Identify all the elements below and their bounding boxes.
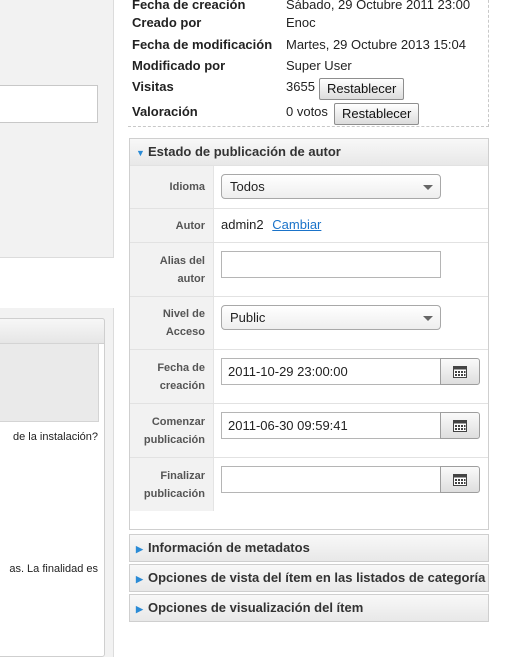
info-label: Modificado por <box>132 58 226 73</box>
access-level-select[interactable]: Public <box>221 305 441 330</box>
panel-title: Información de metadatos <box>148 540 310 555</box>
field-label: Finalizar publicación <box>130 458 214 511</box>
field-label: Idioma <box>130 166 214 208</box>
info-value: 3655 <box>286 79 315 94</box>
form-row-author: Autor admin2 Cambiar <box>130 208 488 242</box>
language-select[interactable]: Todos <box>221 174 441 199</box>
left-text-line: as. La finalidad es <box>9 563 98 575</box>
publish-up-field: 2011-06-30 09:59:41 <box>221 412 481 439</box>
category-view-options-header[interactable]: ▶ Opciones de vista del ítem en las lista… <box>130 565 488 591</box>
left-content-subheader <box>0 343 99 422</box>
select-value: Todos <box>230 179 265 194</box>
info-value: 0 votos <box>286 104 328 119</box>
created-date-input[interactable]: 2011-10-29 23:00:00 <box>221 358 441 385</box>
left-content-header <box>0 318 105 344</box>
left-text-line: de la instalación? <box>12 431 98 443</box>
info-label: Creado por <box>132 15 202 30</box>
category-view-options-panel[interactable]: ▶ Opciones de vista del ítem en las lista… <box>129 564 489 592</box>
triangle-right-icon: ▶ <box>136 544 143 554</box>
field-label: Nivel de Acceso <box>130 297 214 349</box>
metadata-panel[interactable]: ▶ Información de metadatos <box>129 534 489 562</box>
panel-title: Estado de publicación de autor <box>148 144 341 159</box>
date-picker: 2011-10-29 23:00:00 <box>221 358 481 385</box>
calendar-button[interactable] <box>440 466 480 493</box>
info-value: Enoc <box>286 15 316 30</box>
form-row-access-level: Nivel de Acceso Public <box>130 296 488 349</box>
calendar-button[interactable] <box>440 412 480 439</box>
author-name: admin2 <box>221 217 264 232</box>
calendar-icon <box>453 474 467 486</box>
form-row-alias: Alias del autor <box>130 242 488 296</box>
form-row-publish-down: Finalizar publicación <box>130 457 488 511</box>
item-display-options-header[interactable]: ▶ Opciones de visualización del ítem <box>130 595 488 621</box>
change-author-link[interactable]: Cambiar <box>272 217 321 232</box>
alias-input[interactable] <box>221 251 441 278</box>
field-label: Comenzar publicación <box>130 404 214 457</box>
form-row-language: Idioma Todos <box>130 165 488 208</box>
triangle-right-icon: ▶ <box>136 604 143 614</box>
select-value: Public <box>230 310 266 325</box>
info-value: Sábado, 29 Octubre 2011 23:00 <box>286 0 471 12</box>
info-label: Valoración <box>132 104 198 119</box>
created-date-field: 2011-10-29 23:00:00 <box>221 358 481 385</box>
author-field: admin2 Cambiar <box>221 217 321 232</box>
publish-up-input[interactable]: 2011-06-30 09:59:41 <box>221 412 441 439</box>
info-value: Martes, 29 Octubre 2013 15:04 <box>286 37 466 52</box>
publish-down-input[interactable] <box>221 466 441 493</box>
calendar-button[interactable] <box>440 358 480 385</box>
panel-title: Opciones de visualización del ítem <box>148 600 364 615</box>
item-display-options-panel[interactable]: ▶ Opciones de visualización del ítem <box>129 594 489 622</box>
form-row-publish-up: Comenzar publicación 2011-06-30 09:59:41 <box>130 403 488 457</box>
author-publishing-panel: ▼ Estado de publicación de autor Idioma T… <box>129 138 489 530</box>
access-field: Public <box>221 305 441 330</box>
date-picker <box>221 466 481 493</box>
chevron-down-icon <box>423 185 433 190</box>
left-text-field[interactable] <box>0 85 98 123</box>
left-panel-top <box>0 0 114 258</box>
reset-rating-button[interactable]: Restablecer <box>334 103 420 125</box>
reset-hits-button[interactable]: Restablecer <box>319 78 405 100</box>
publish-down-field <box>221 466 481 493</box>
date-picker: 2011-06-30 09:59:41 <box>221 412 481 439</box>
alias-field <box>221 251 441 278</box>
info-label: Visitas <box>132 79 174 94</box>
panel-title: Opciones de vista del ítem en las listad… <box>148 570 486 585</box>
form-row-created-date: Fecha de creación 2011-10-29 23:00:00 <box>130 349 488 403</box>
field-label: Autor <box>130 209 214 242</box>
triangle-down-icon: ▼ <box>136 148 145 158</box>
triangle-right-icon: ▶ <box>136 574 143 584</box>
language-field: Todos <box>221 174 441 199</box>
info-value: Super User <box>286 58 352 73</box>
field-label: Alias del autor <box>130 243 214 296</box>
calendar-icon <box>453 366 467 378</box>
author-panel-header[interactable]: ▼ Estado de publicación de autor <box>130 139 488 165</box>
metadata-panel-header[interactable]: ▶ Información de metadatos <box>130 535 488 561</box>
calendar-icon <box>453 420 467 432</box>
chevron-down-icon <box>423 316 433 321</box>
info-label: Fecha de creación <box>132 0 246 12</box>
info-label: Fecha de modificación <box>132 37 273 52</box>
field-label: Fecha de creación <box>130 350 214 403</box>
